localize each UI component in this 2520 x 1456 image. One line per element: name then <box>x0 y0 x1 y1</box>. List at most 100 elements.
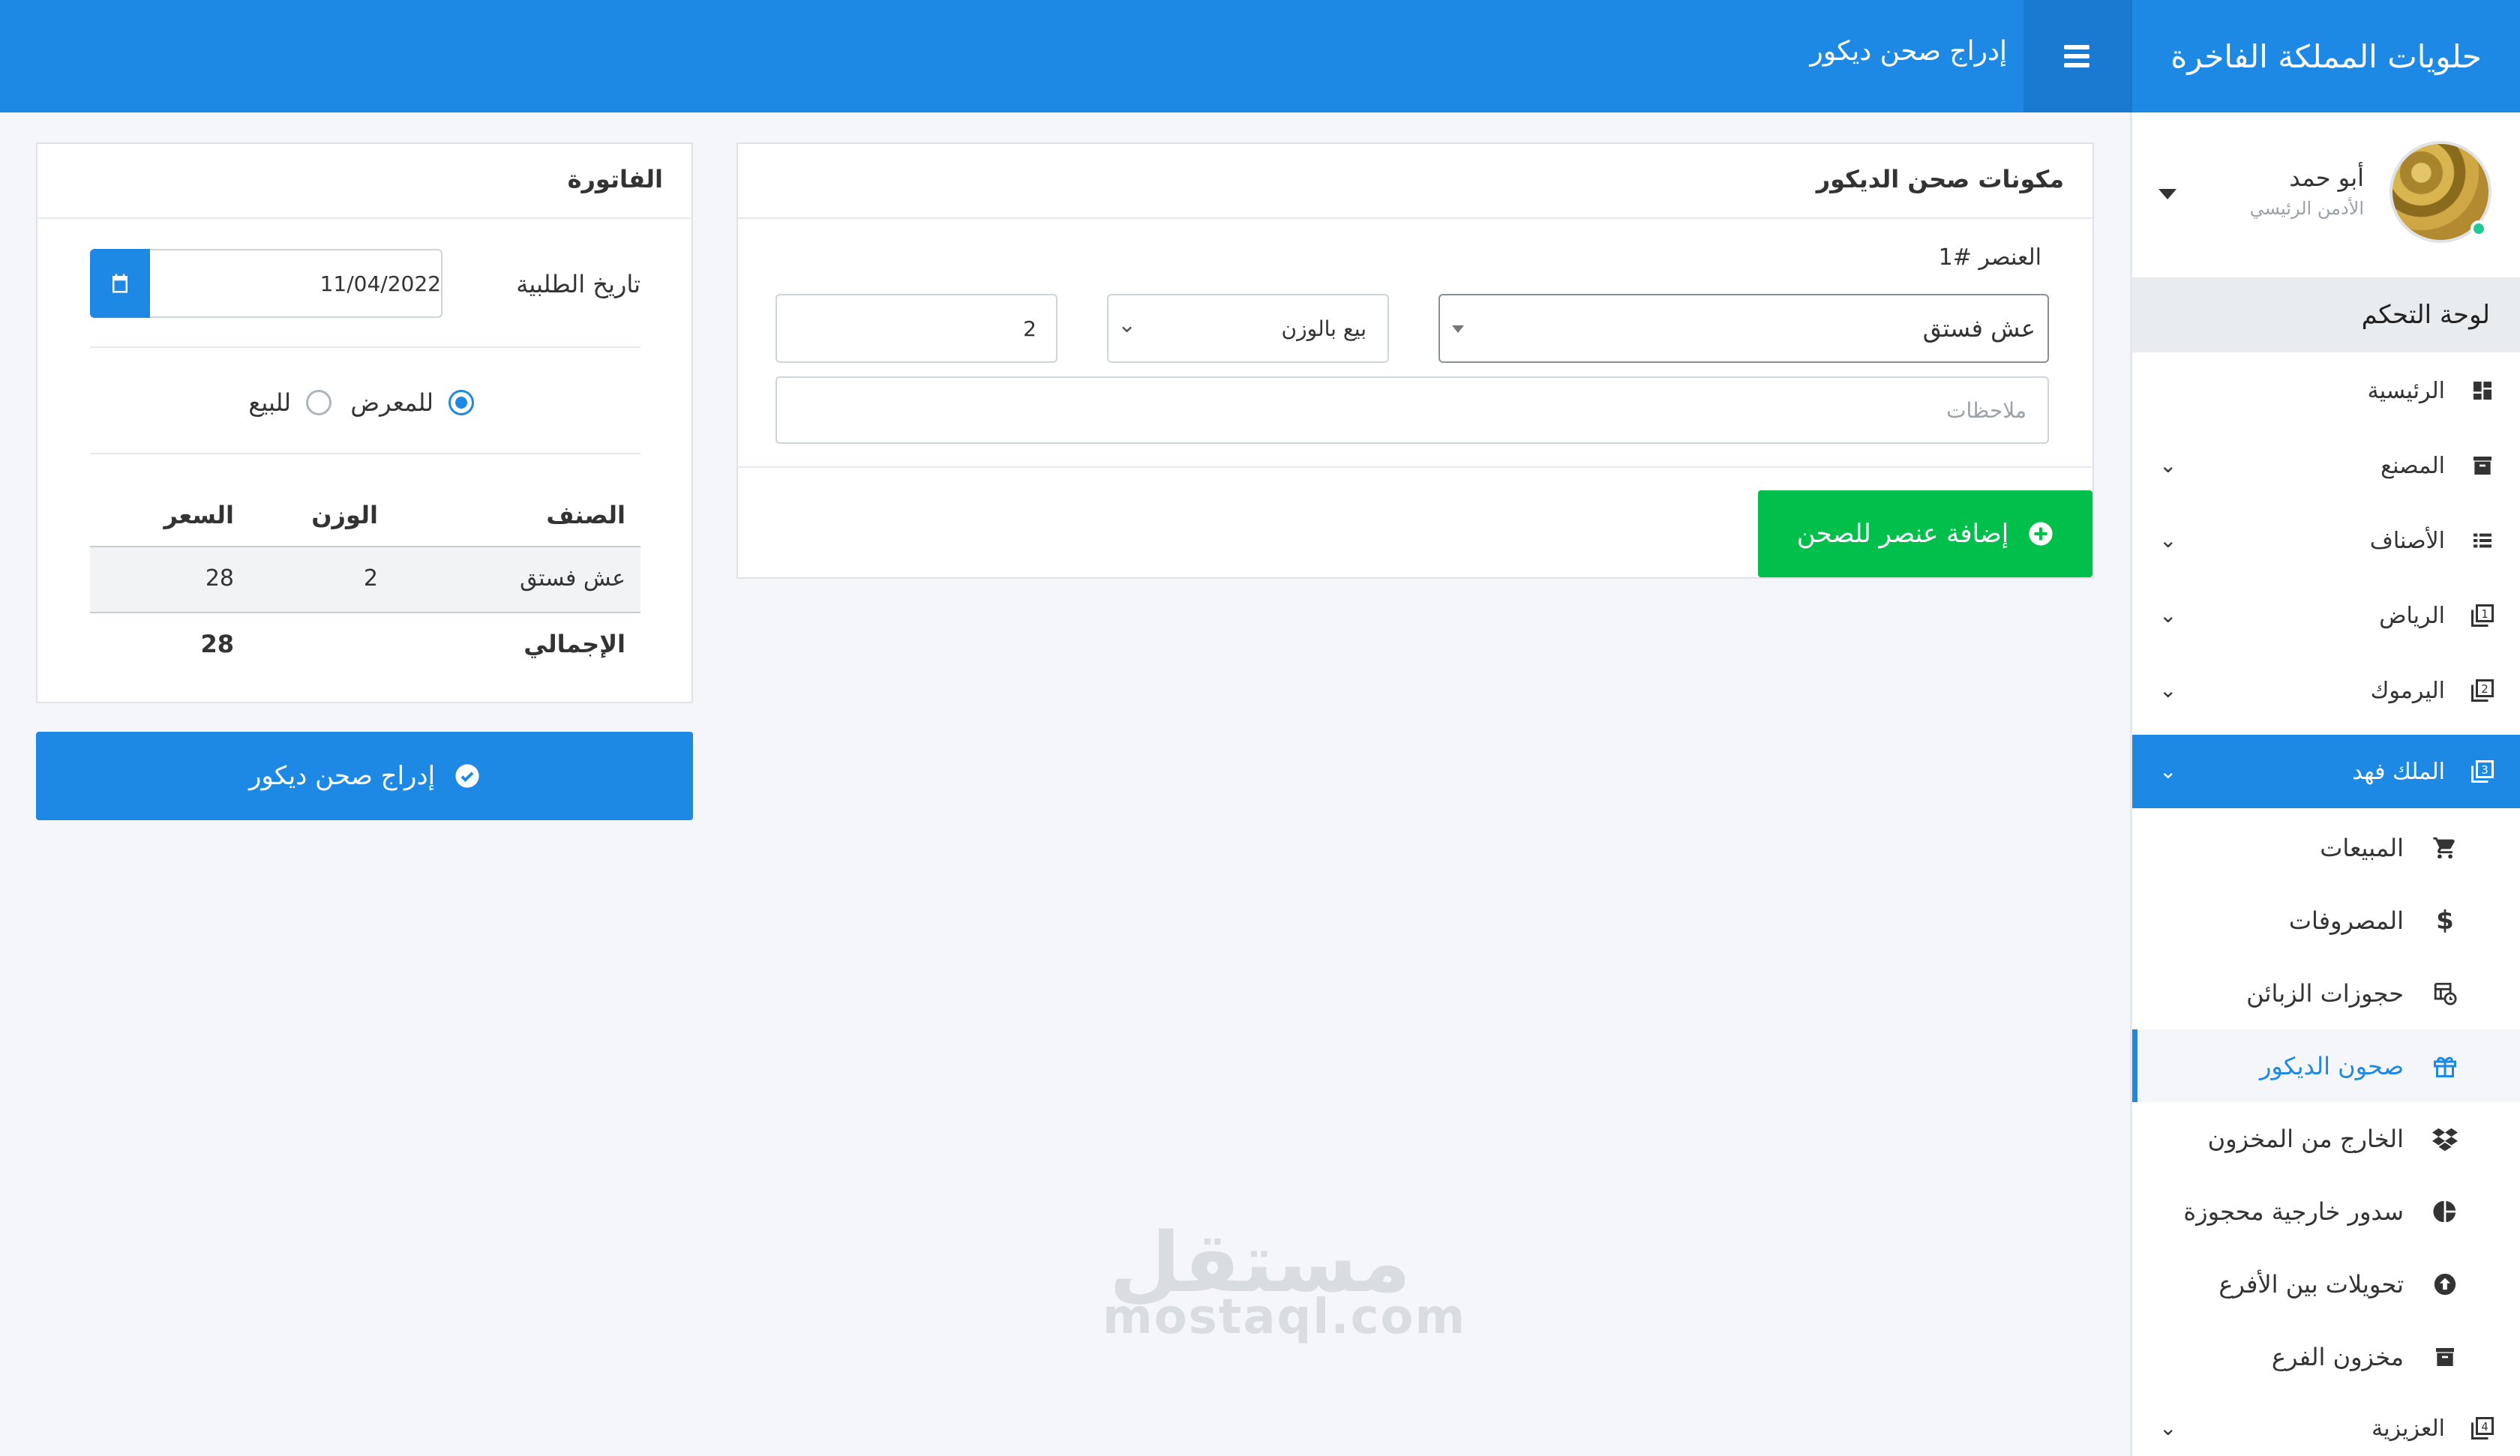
chevron-double-down-icon: ⌄ <box>2159 453 2177 478</box>
table-row: عش فستق 2 28 <box>90 547 640 612</box>
sidebar-subitem-reservations[interactable]: حجوزات الزبائن <box>2132 957 2520 1029</box>
cart-icon <box>2430 833 2460 863</box>
total-value: 28 <box>200 630 234 658</box>
invoice-card: الفاتورة تاريخ الطلبية 11/04/2022 للمعرض… <box>36 142 693 703</box>
sidebar-item-label: الملك فهد <box>2352 758 2446 785</box>
notes-placeholder: ملاحظات <box>1946 397 2026 423</box>
sidebar-item-aziziyah[interactable]: 4 العزيزية ⌄ <box>2132 1392 2520 1456</box>
svg-text:1: 1 <box>2481 607 2488 621</box>
brand-title[interactable]: حلويات المملكة الفاخرة <box>2130 0 2520 112</box>
check-circle-icon <box>454 763 480 789</box>
sidebar-subitem-reserved-trays[interactable]: سدور خارجية محجوزة <box>2132 1175 2520 1248</box>
table-clock-icon <box>2430 978 2460 1008</box>
components-card-title: مكونات صحن الديكور <box>1816 165 2064 193</box>
sidebar-subitem-label: حجوزات الزبائن <box>2246 978 2404 1008</box>
sidebar-subitem-label: مخزون الفرع <box>2271 1342 2404 1371</box>
card-divider <box>90 453 640 454</box>
hamburger-icon <box>2064 45 2090 67</box>
add-item-button[interactable]: إضافة عنصر للصحن <box>1758 490 2092 577</box>
sidebar-item-label: الرياض <box>2379 602 2445 629</box>
filter-1-icon: 1 <box>2468 601 2498 631</box>
sidebar-subitem-decor-plates[interactable]: صحون الديكور <box>2132 1029 2520 1102</box>
sidebar-subitem-label: صحون الديكور <box>2259 1051 2404 1080</box>
sidebar-subitem-label: المبيعات <box>2320 833 2404 862</box>
menu-toggle-button[interactable] <box>2024 0 2130 112</box>
table-row-divider <box>90 612 640 613</box>
components-card: مكونات صحن الديكور العنصر #1 عش فستق بيع… <box>736 142 2094 579</box>
caret-down-icon <box>1452 325 1464 333</box>
online-status-dot <box>2470 220 2487 237</box>
radio-sale-label: للبيع <box>248 388 291 417</box>
sale-type-value: بيع بالوزن <box>1281 316 1366 341</box>
user-panel[interactable]: أبو حمد الأدمن الرئيسي <box>2132 112 2520 277</box>
cell-price: 28 <box>205 565 234 592</box>
sale-type-select[interactable]: بيع بالوزن ⌄ <box>1107 294 1389 363</box>
cell-weight: 2 <box>363 565 378 592</box>
filter-4-icon: 4 <box>2468 1413 2498 1443</box>
cell-item: عش فستق <box>520 565 626 592</box>
invoice-card-title: الفاتورة <box>567 165 663 193</box>
dollar-icon: $ <box>2436 905 2454 936</box>
user-role: الأدمن الرئيسي <box>2249 198 2364 219</box>
card-divider <box>738 217 2092 219</box>
calendar-button[interactable] <box>90 249 150 318</box>
radio-sale[interactable] <box>306 390 332 415</box>
top-navbar: حلويات المملكة الفاخرة إدراج صحن ديكور <box>0 0 2520 112</box>
sidebar-subitem-label: تحويلات بين الأفرع <box>2218 1269 2404 1299</box>
sidebar-item-home[interactable]: الرئيسية <box>2132 354 2520 427</box>
notes-input[interactable]: ملاحظات <box>776 376 2049 444</box>
caret-down-icon[interactable] <box>2158 189 2176 199</box>
column-header-weight: الوزن <box>311 501 378 529</box>
upload-circle-icon <box>2430 1269 2460 1299</box>
plus-circle-icon <box>2028 521 2054 547</box>
svg-text:4: 4 <box>2481 1420 2488 1434</box>
sidebar-item-label: الأصناف <box>2369 527 2445 554</box>
svg-text:2: 2 <box>2481 682 2488 696</box>
sidebar-item-yarmouk[interactable]: 2 اليرموك ⌄ <box>2132 654 2520 727</box>
sidebar-item-riyadh[interactable]: 1 الرياض ⌄ <box>2132 579 2520 652</box>
column-header-item: الصنف <box>546 501 626 529</box>
order-date-input[interactable]: 11/04/2022 <box>148 249 442 318</box>
calendar-icon <box>112 274 128 293</box>
gift-icon <box>2430 1051 2460 1081</box>
chevron-double-down-icon: ⌄ <box>2159 603 2177 628</box>
sidebar: أبو حمد الأدمن الرئيسي لوحة التحكم الرئي… <box>2130 112 2520 1456</box>
item-select[interactable]: عش فستق <box>1438 294 2049 363</box>
sidebar-item-king-fahd[interactable]: 3 الملك فهد ⌄ <box>2132 735 2520 808</box>
dropbox-icon <box>2430 1124 2460 1154</box>
radio-display-label: للمعرض <box>350 388 434 417</box>
sidebar-subitem-stock-out[interactable]: الخارج من المخزون <box>2132 1102 2520 1175</box>
chevron-double-down-icon: ⌄ <box>2159 528 2177 553</box>
svg-text:3: 3 <box>2481 763 2488 777</box>
submit-decor-plate-button[interactable]: إدراج صحن ديكور <box>36 732 693 820</box>
filter-3-icon: 3 <box>2468 756 2498 786</box>
sidebar-subitem-expenses[interactable]: $ المصروفات <box>2132 884 2520 957</box>
list-icon <box>2468 526 2498 556</box>
filter-2-icon: 2 <box>2468 676 2498 706</box>
radio-display[interactable] <box>448 390 474 415</box>
sidebar-subitem-branch-stock[interactable]: مخزون الفرع <box>2132 1320 2520 1393</box>
sidebar-subitem-sales[interactable]: المبيعات <box>2132 811 2520 884</box>
sidebar-item-label: المصنع <box>2380 452 2445 479</box>
chevron-double-down-icon: ⌄ <box>2159 678 2177 703</box>
nav-header-dashboard[interactable]: لوحة التحكم <box>2132 277 2520 352</box>
watermark-text: mostaql.com <box>1102 1290 1467 1345</box>
sidebar-item-categories[interactable]: الأصناف ⌄ <box>2132 504 2520 577</box>
user-name[interactable]: أبو حمد <box>2289 163 2364 192</box>
archive-icon <box>2468 451 2498 481</box>
sidebar-subitem-label: الخارج من المخزون <box>2207 1124 2404 1153</box>
chevron-down-icon: ⌄ <box>1118 312 1137 338</box>
pie-chart-icon <box>2430 1197 2460 1227</box>
sidebar-item-factory[interactable]: المصنع ⌄ <box>2132 429 2520 502</box>
sidebar-subitem-label: سدور خارجية محجوزة <box>2183 1197 2404 1226</box>
item-select-value: عش فستق <box>1922 314 2036 343</box>
sidebar-subitem-transfers[interactable]: تحويلات بين الأفرع <box>2132 1248 2520 1320</box>
item-number-label: العنصر #1 <box>1938 244 2042 271</box>
weight-value: 2 <box>1023 316 1036 341</box>
sidebar-subitem-label: المصروفات <box>2288 906 2404 935</box>
card-divider <box>738 466 2092 468</box>
submit-label: إدراج صحن ديكور <box>248 761 436 791</box>
card-divider <box>38 217 692 219</box>
column-header-price: السعر <box>164 501 234 529</box>
weight-input[interactable]: 2 <box>776 294 1058 363</box>
